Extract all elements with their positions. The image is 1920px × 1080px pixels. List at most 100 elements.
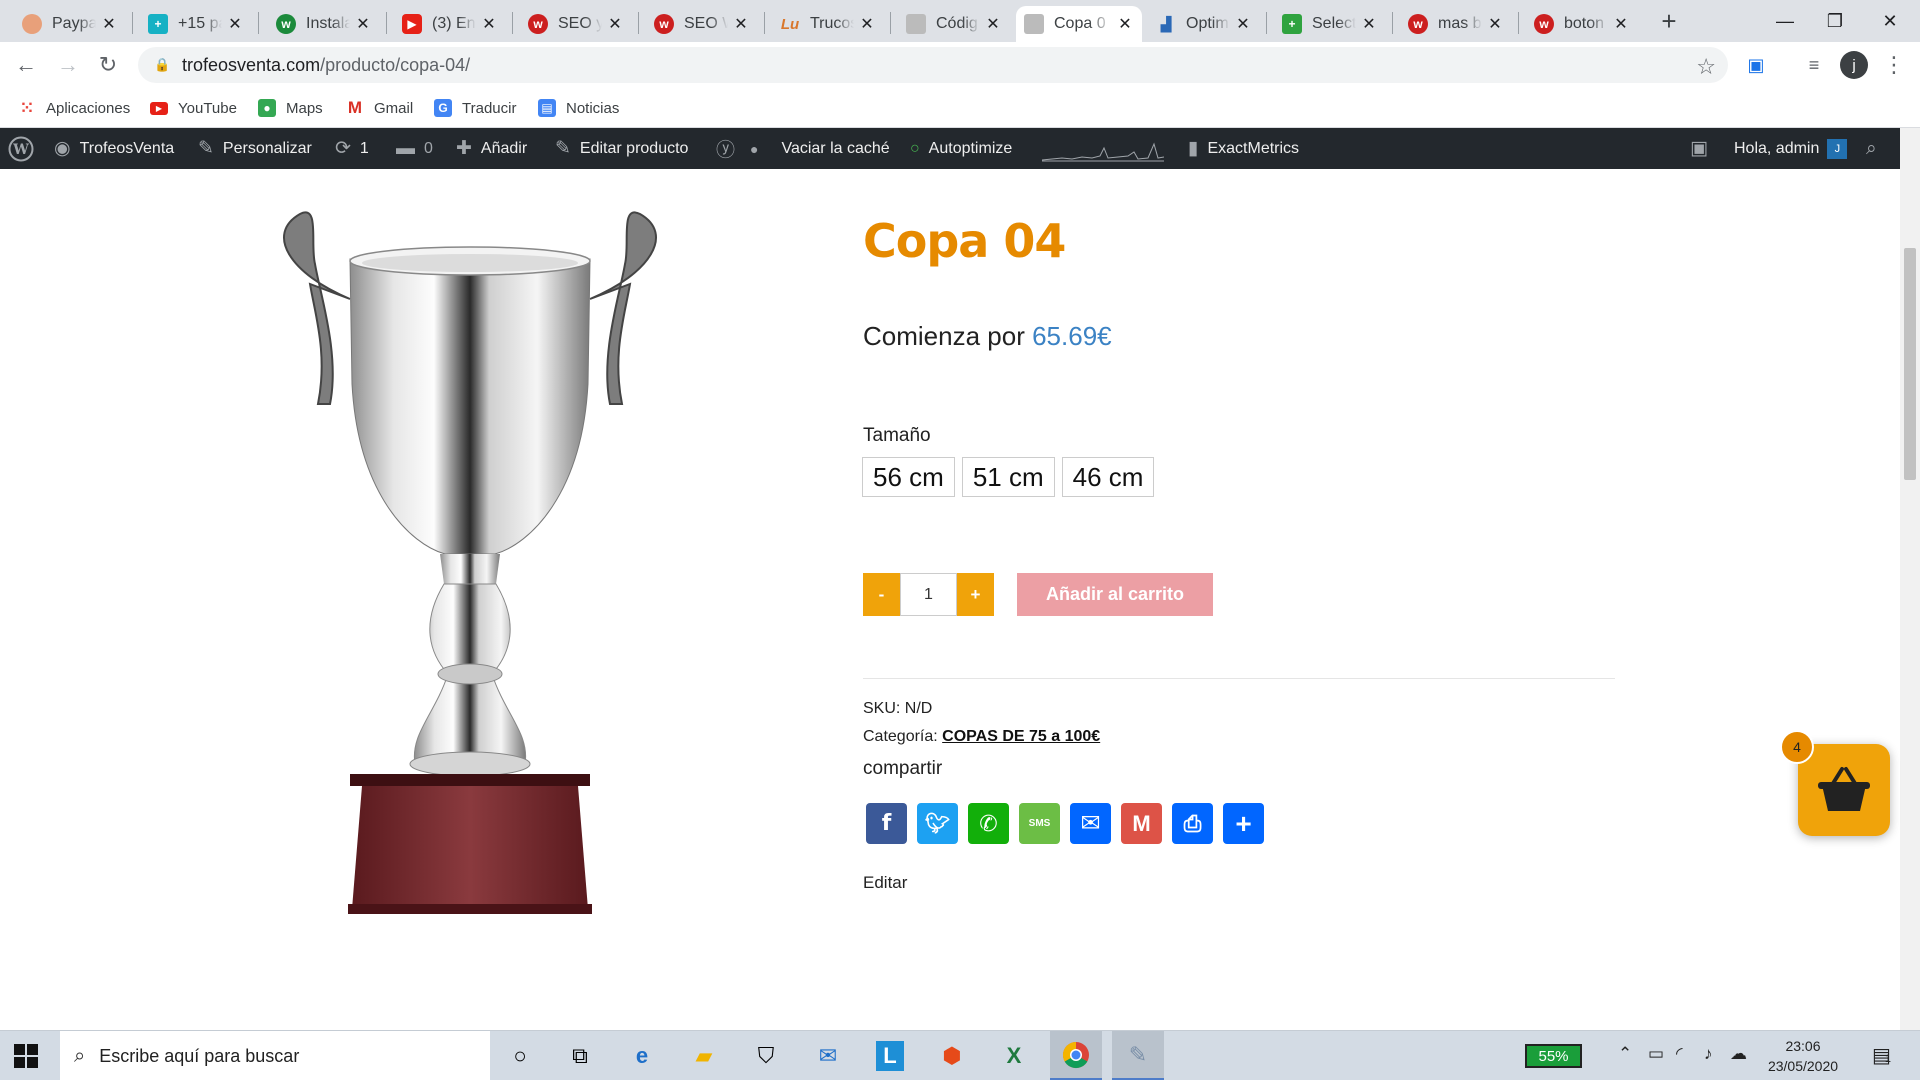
bookmark-noticias[interactable]: ▤ Noticias [538,97,619,119]
close-icon[interactable]: ✕ [1116,14,1134,34]
restore-icon[interactable]: ❐ [1805,0,1865,42]
extension-icon[interactable]: ▣ [1742,51,1770,79]
tab-mas-bo[interactable]: w mas bo ✕ [1400,6,1512,42]
size-option-46[interactable]: 46 cm [1061,457,1155,497]
office-icon[interactable]: ⬢ [926,1031,978,1080]
tab-copa-active[interactable]: Copa 0 ✕ [1016,6,1142,42]
bookmark-youtube[interactable]: ▶ YouTube [150,97,237,119]
store-icon[interactable]: ⛉ [740,1031,792,1080]
bookmark-traducir[interactable]: G Traducir [434,97,516,119]
email-icon[interactable]: ✉ [1070,803,1111,844]
size-option-51[interactable]: 51 cm [961,457,1055,497]
facebook-icon[interactable]: f [866,803,907,844]
l-app-icon[interactable]: L [864,1031,916,1080]
admin-clear-cache[interactable]: ● Vaciar la caché [750,128,890,169]
close-icon[interactable]: ✕ [606,14,624,34]
url-text[interactable]: trofeosventa.com/producto/copa-04/ [182,55,470,76]
reload-icon[interactable]: ↻ [94,51,122,79]
admin-search-icon[interactable]: ⌕ [1866,128,1886,169]
yoast-icon[interactable]: ⓨ [716,128,744,169]
close-icon[interactable]: ✕ [100,14,118,34]
bookmark-apps[interactable]: ⁙ Aplicaciones [18,97,130,119]
tab-seo-y[interactable]: w SEO y ✕ [520,6,632,42]
qty-input[interactable] [900,573,957,616]
close-icon[interactable]: ✕ [226,14,244,34]
close-icon[interactable]: ✕ [1360,14,1378,34]
media-control-icon[interactable]: ≡ [1800,51,1828,79]
tab-select[interactable]: + Select ✕ [1274,6,1386,42]
tab-paypal[interactable]: Paypal ✕ [14,6,126,42]
print-icon[interactable]: ⎙ [1172,803,1213,844]
category-link[interactable]: COPAS DE 75 a 100€ [942,728,1100,745]
tab-boton[interactable]: w boton ✕ [1526,6,1638,42]
battery-indicator[interactable]: 55% [1525,1044,1582,1068]
close-icon[interactable]: ✕ [984,14,1002,34]
system-clock[interactable]: 23:06 23/05/2020 [1758,1036,1848,1076]
sms-icon[interactable]: SMS [1019,803,1060,844]
twitter-icon[interactable]: 🐦︎ [917,803,958,844]
share-plus-icon[interactable]: + [1223,803,1264,844]
tab-youtube[interactable]: ▶ (3) Ent ✕ [394,6,506,42]
admin-exactmetrics[interactable]: ▮ ExactMetrics [1188,128,1299,169]
add-to-cart-button[interactable]: Añadir al carrito [1017,573,1213,616]
mail-icon[interactable]: ✉ [802,1031,854,1080]
bookmark-gmail[interactable]: M Gmail [346,97,413,119]
address-bar[interactable]: 🔒 trofeosventa.com/producto/copa-04/ ☆ [138,47,1728,83]
tab-plus15[interactable]: + +15 pa ✕ [140,6,252,42]
menu-kebab-icon[interactable]: ⋮ [1880,51,1908,79]
edge-icon[interactable]: e [616,1031,668,1080]
close-icon[interactable]: ✕ [1612,14,1630,34]
forward-icon[interactable]: → [54,51,82,79]
new-tab-button[interactable]: + [1655,8,1683,36]
lock-icon[interactable]: 🔒 [154,57,170,73]
tab-optimi[interactable]: ▟ Optimi ✕ [1148,6,1260,42]
admin-autoptimize[interactable]: ○ Autoptimize [910,128,1012,169]
battery-icon[interactable]: ▭ [1648,1044,1664,1064]
floating-cart-button[interactable] [1798,744,1890,836]
wordpress-logo-icon[interactable]: W [8,128,34,169]
avatar[interactable]: j [1840,51,1868,79]
tray-chevron-icon[interactable]: ⌃ [1618,1044,1632,1064]
close-icon[interactable]: ✕ [858,14,876,34]
close-icon[interactable]: ✕ [480,14,498,34]
qty-plus-button[interactable]: + [957,573,994,616]
file-explorer-icon[interactable]: ▰ [678,1031,730,1080]
close-icon[interactable]: ✕ [732,14,750,34]
close-icon[interactable]: ✕ [354,14,372,34]
qty-minus-button[interactable]: - [863,573,900,616]
windows-start-icon[interactable] [14,1044,38,1068]
gmail-icon[interactable]: M [1121,803,1162,844]
admin-account[interactable]: Hola, admin J [1734,128,1848,169]
admin-customize[interactable]: ✎ Personalizar [198,128,312,169]
close-icon[interactable]: ✕ [1486,14,1504,34]
bookmark-maps[interactable]: ● Maps [258,97,323,119]
task-view-icon[interactable]: ⧉ [554,1031,606,1080]
back-icon[interactable]: ← [12,51,40,79]
tab-instala[interactable]: w Instala ✕ [268,6,380,42]
volume-icon[interactable]: ♪ [1704,1044,1713,1064]
paint-icon[interactable]: ✎ [1112,1031,1164,1080]
notification-center-icon[interactable]: ▤1 [1872,1043,1891,1068]
taskbar-search[interactable]: ⌕ Escribe aquí para buscar [60,1031,490,1080]
whatsapp-icon[interactable]: ✆ [968,803,1009,844]
product-image-trophy[interactable] [270,204,670,924]
page-scrollbar[interactable] [1900,128,1920,1030]
admin-updates[interactable]: ⟳ 1 [335,128,369,169]
admin-site-name[interactable]: ◉ TrofeosVenta [54,128,174,169]
excel-icon[interactable]: X [988,1031,1040,1080]
bookmark-star-icon[interactable]: ☆ [1696,54,1716,80]
tab-trucos[interactable]: Lu Trucos ✕ [772,6,884,42]
wifi-icon[interactable]: ◜ [1676,1044,1683,1064]
tab-seo-w[interactable]: w SEO W ✕ [646,6,758,42]
close-icon[interactable]: ✕ [1234,14,1252,34]
edit-link[interactable]: Editar [863,873,907,893]
onedrive-icon[interactable]: ☁ [1730,1044,1747,1064]
size-option-56[interactable]: 56 cm [862,457,955,497]
chrome-icon[interactable] [1050,1031,1102,1080]
admin-add-new[interactable]: ✚ Añadir [456,128,527,169]
scroll-thumb[interactable] [1904,248,1916,480]
admin-edit-product[interactable]: ✎ Editar producto [555,128,688,169]
cortana-icon[interactable]: ○ [494,1031,546,1080]
close-window-icon[interactable]: ✕ [1860,0,1920,42]
tab-codigo[interactable]: Códig ✕ [898,6,1010,42]
